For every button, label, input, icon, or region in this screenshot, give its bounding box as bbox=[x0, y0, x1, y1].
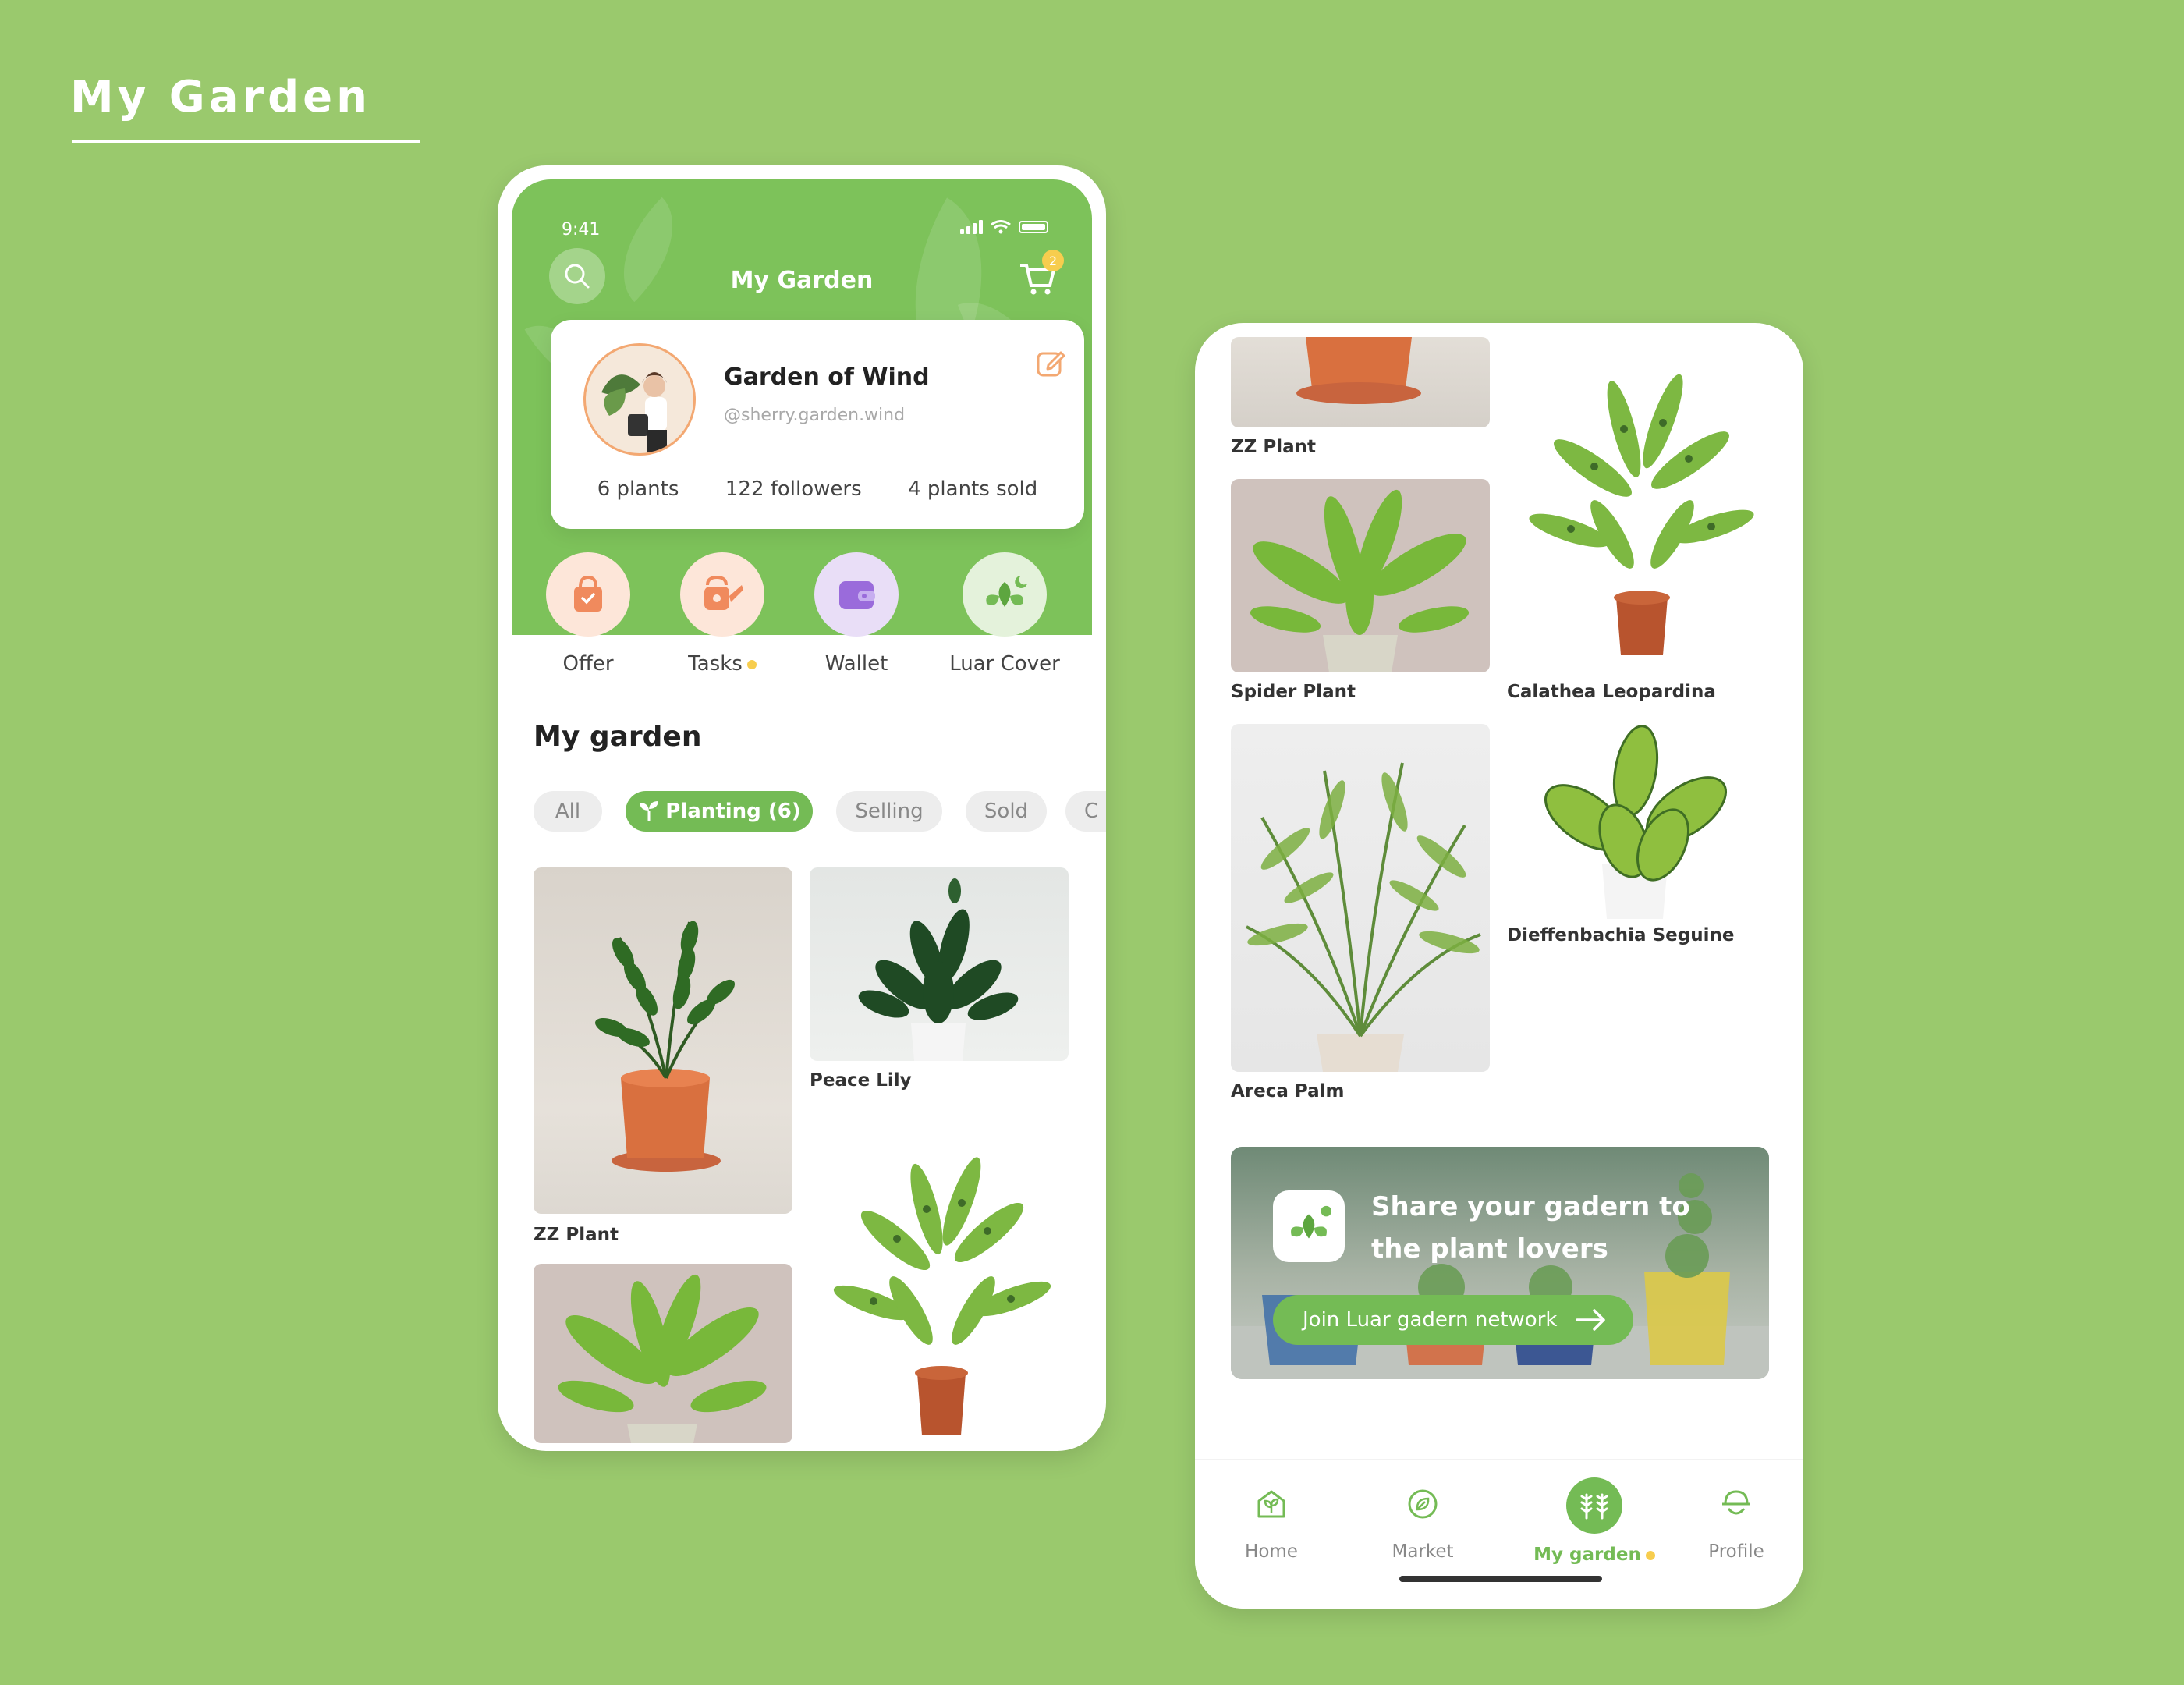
plant-card-zz[interactable] bbox=[1231, 337, 1490, 427]
phone-my-garden-scrolled: ZZ Plant Spider Plant Calathea Leopardin… bbox=[1195, 323, 1803, 1609]
notification-dot bbox=[1645, 1550, 1655, 1560]
plant-name-dieffenbachia: Dieffenbachia Seguine bbox=[1507, 925, 1735, 945]
zz-plant-image bbox=[1296, 337, 1421, 404]
plant-card-spider[interactable] bbox=[1231, 479, 1490, 672]
profile-hat-icon bbox=[1722, 1490, 1750, 1515]
stat-followers[interactable]: 122 followers bbox=[725, 477, 862, 501]
spider-plant-image bbox=[1250, 489, 1470, 672]
bottom-nav: Home Market My garden Profile bbox=[1195, 1459, 1803, 1609]
join-network-button[interactable]: Join Luar gadern network bbox=[1273, 1295, 1633, 1345]
arrow-right-icon bbox=[1576, 1309, 1605, 1331]
dieffenbachia-image bbox=[1544, 725, 1728, 919]
filter-selling[interactable]: Selling bbox=[836, 791, 942, 832]
plant-name-calathea: Calathea Leopardina bbox=[1507, 682, 1716, 702]
action-offer[interactable]: Offer bbox=[526, 552, 651, 676]
avatar[interactable] bbox=[583, 343, 696, 456]
leaf-circle-icon bbox=[1408, 1489, 1438, 1519]
plant-card-spider[interactable] bbox=[534, 1264, 792, 1443]
garden-icon bbox=[1580, 1493, 1608, 1520]
profile-handle: @sherry.garden.wind bbox=[724, 406, 906, 425]
zz-plant-image bbox=[595, 921, 736, 1172]
wallet-icon bbox=[839, 581, 875, 609]
shopping-bag-icon bbox=[574, 575, 602, 612]
action-tasks[interactable]: Tasks bbox=[660, 552, 785, 676]
profile-name: Garden of Wind bbox=[724, 364, 930, 391]
banner-title: Share your gadern to the plant lovers bbox=[1371, 1191, 1690, 1265]
signal-icon bbox=[960, 220, 983, 234]
stat-plants[interactable]: 6 plants bbox=[597, 477, 679, 501]
calathea-image bbox=[833, 1157, 1051, 1435]
plant-name-zz: ZZ Plant bbox=[1231, 437, 1316, 457]
app-logo-icon bbox=[1273, 1190, 1345, 1262]
leaf-moon-icon bbox=[986, 576, 1027, 607]
plant-card-peace-lily[interactable] bbox=[810, 867, 1069, 1061]
plant-name-areca: Areca Palm bbox=[1231, 1081, 1345, 1101]
quick-actions: Offer Tasks Wallet Luar Cover bbox=[529, 552, 1075, 693]
profile-card: Garden of Wind @sherry.garden.wind 6 pla… bbox=[551, 320, 1084, 529]
battery-icon bbox=[1019, 221, 1048, 233]
plant-card-areca[interactable] bbox=[1231, 724, 1490, 1072]
filter-chips: All Planting (6) Selling Sold C bbox=[534, 791, 1106, 835]
nav-home[interactable]: Home bbox=[1209, 1477, 1334, 1562]
plant-card-dieffenbachia[interactable] bbox=[1507, 724, 1769, 919]
notification-dot bbox=[746, 659, 757, 669]
home-indicator bbox=[1399, 1576, 1602, 1582]
spider-plant-image bbox=[558, 1274, 767, 1443]
home-plant-icon bbox=[1257, 1490, 1285, 1518]
stat-plants-sold[interactable]: 4 plants sold bbox=[908, 477, 1037, 501]
action-luar-cover[interactable]: Luar Cover bbox=[934, 552, 1075, 676]
title-underline bbox=[72, 140, 420, 143]
nav-profile[interactable]: Profile bbox=[1674, 1477, 1799, 1562]
phone-my-garden-top: 9:41 My Garden 2 Garden of Wind @sherry.… bbox=[498, 165, 1106, 1451]
plant-name-zz: ZZ Plant bbox=[534, 1225, 619, 1245]
sprout-icon bbox=[640, 801, 659, 821]
status-time: 9:41 bbox=[562, 220, 601, 239]
watering-can-icon bbox=[704, 575, 743, 610]
status-icons bbox=[960, 220, 1048, 234]
wifi-icon bbox=[991, 220, 1011, 234]
peace-lily-image bbox=[858, 878, 1019, 1061]
areca-palm-image bbox=[1246, 762, 1481, 1072]
profile-stats: 6 plants 122 followers 4 plants sold bbox=[551, 477, 1084, 501]
page-title: My Garden bbox=[70, 72, 372, 122]
filter-planting[interactable]: Planting (6) bbox=[626, 791, 813, 832]
nav-my-garden[interactable]: My garden bbox=[1516, 1477, 1672, 1565]
plant-card-calathea[interactable] bbox=[1507, 351, 1769, 663]
plant-name-peace-lily: Peace Lily bbox=[810, 1070, 912, 1091]
nav-market[interactable]: Market bbox=[1360, 1477, 1485, 1562]
filter-all[interactable]: All bbox=[534, 791, 602, 832]
plant-card-zz[interactable] bbox=[534, 867, 792, 1214]
filter-sold[interactable]: Sold bbox=[966, 791, 1047, 832]
calathea-image bbox=[1529, 374, 1754, 655]
header-title: My Garden bbox=[730, 267, 874, 294]
plant-name-spider: Spider Plant bbox=[1231, 682, 1356, 702]
filter-more[interactable]: C bbox=[1065, 791, 1106, 832]
plant-card-calathea[interactable] bbox=[810, 1139, 1069, 1443]
edit-icon[interactable] bbox=[1034, 346, 1067, 379]
action-wallet[interactable]: Wallet bbox=[794, 552, 919, 676]
share-garden-banner[interactable]: Share your gadern to the plant lovers Jo… bbox=[1231, 1147, 1769, 1379]
section-title: My garden bbox=[534, 721, 702, 753]
cart-badge: 2 bbox=[1042, 250, 1064, 271]
